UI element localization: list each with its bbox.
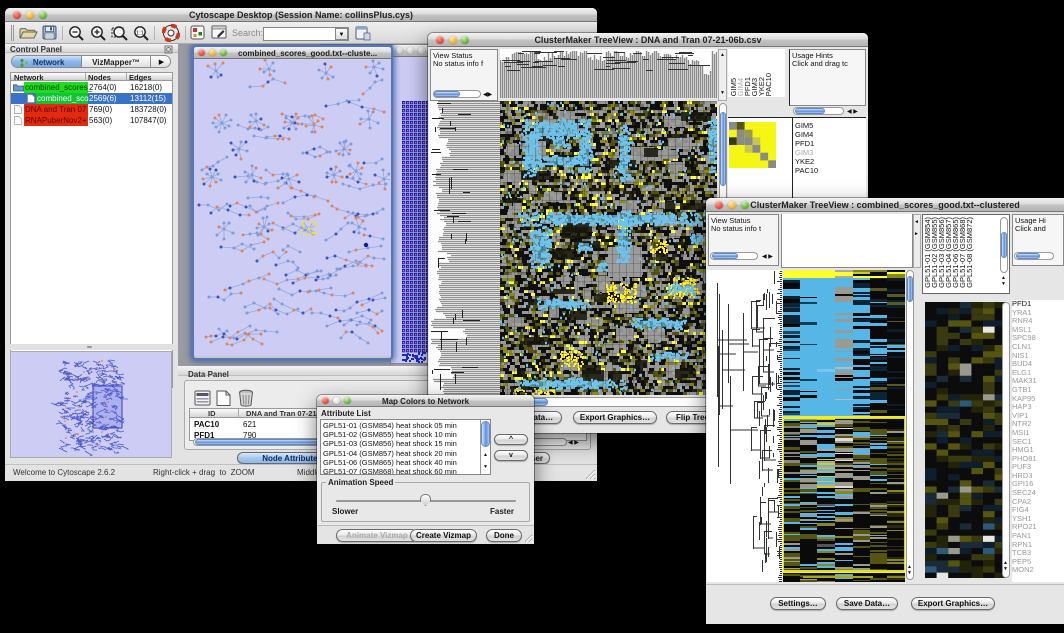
svg-text:1:1: 1:1 (136, 30, 144, 36)
